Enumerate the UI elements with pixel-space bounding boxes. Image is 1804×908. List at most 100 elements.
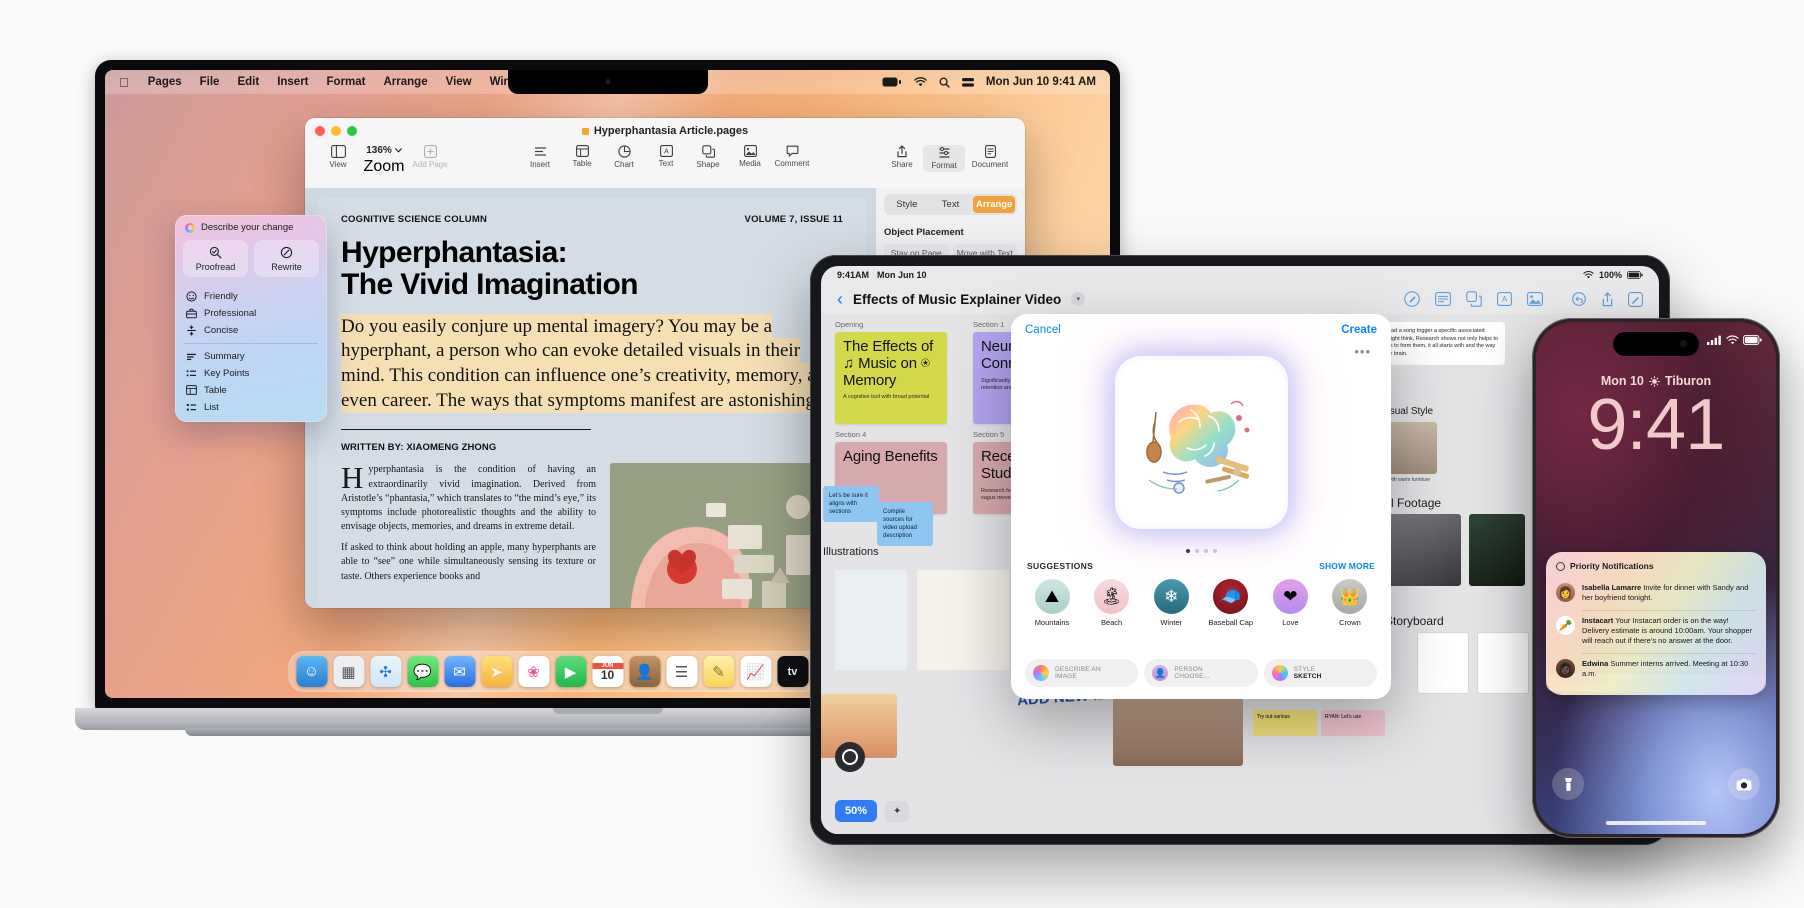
control-center-icon[interactable] [961,77,974,88]
note-icon[interactable] [1435,292,1451,306]
dock-item-freeform[interactable]: 📈 [740,656,771,687]
maximize-icon[interactable] [347,126,357,136]
pen-icon[interactable] [1404,291,1420,307]
ipad-doc-title[interactable]: Effects of Music Explainer Video [853,292,1061,307]
zoom-level-chip[interactable]: 50% [835,800,878,822]
writing-tools-item-summary[interactable]: Summary [175,348,327,365]
sticky-try[interactable]: Try out various [1253,710,1317,736]
share-icon[interactable] [1601,291,1614,307]
dock-item-notes[interactable]: ✎ [703,656,734,687]
dock-item-calendar[interactable]: JUN 10 [592,656,623,687]
document-canvas[interactable]: COGNITIVE SCIENCE COLUMN VOLUME 7, ISSUE… [305,188,875,608]
suggestion-beach[interactable]: 🏝 Beach [1087,579,1137,627]
notification-item[interactable]: 👩 Isabella Lamarre Invite for dinner wit… [1556,578,1756,608]
format-tabs[interactable]: Style Text Arrange [884,194,1017,215]
dock-item-launchpad[interactable]: ▦ [333,656,364,687]
note-opening[interactable]: The Effects of ♫ Music on ⍟ Memory A cog… [835,332,947,424]
notification-item[interactable]: 🥕 Instacart Your Instacart order is on t… [1556,611,1756,651]
format-tab-style[interactable]: Style [886,196,928,213]
wifi-icon[interactable] [914,77,927,87]
toolbar-media-button[interactable]: Media [729,145,771,168]
text-box-icon[interactable]: A [1497,292,1512,306]
dock-item-facetime[interactable]: ▶ [555,656,586,687]
menu-arrange[interactable]: Arrange [375,76,437,88]
zoom-value-pill[interactable]: 136% [366,145,402,156]
dock-item-messages[interactable]: 💬 [407,656,438,687]
pen-tool-icon[interactable] [835,742,865,772]
dock-item-mail[interactable]: ✉ [444,656,475,687]
menu-view[interactable]: View [437,76,481,88]
dock-item-appletv[interactable]: tv [777,656,808,687]
writing-tools-item-concise[interactable]: Concise [175,322,327,339]
suggestion-crown[interactable]: 👑 Crown [1325,579,1375,627]
search-icon[interactable] [939,77,950,88]
star-icon[interactable]: ✦ [885,800,910,822]
suggestion-mountains[interactable]: ⛰ Mountains [1027,579,1077,627]
priority-notifications-card[interactable]: Priority Notifications 👩 Isabella Lamarr… [1546,552,1766,695]
generated-image[interactable] [1118,360,1284,525]
toolbar-insert-button[interactable]: Insert [519,145,561,169]
blue-note-2[interactable]: Compile sources for video upload descrip… [877,502,933,547]
dock-item-finder[interactable]: ☺ [296,656,327,687]
dock-item-contacts[interactable]: 👤 [629,656,660,687]
dock-item-safari[interactable]: ✣ [370,656,401,687]
chevron-down-icon[interactable]: ▾ [1071,292,1086,306]
notification-item[interactable]: 👩🏿 Edwina Summer interns arrived. Meetin… [1556,654,1756,684]
toolbar-shape-button[interactable]: Shape [687,145,729,169]
style-button[interactable]: STYLE SKETCH [1263,659,1377,687]
writing-tools-item-friendly[interactable]: Friendly [175,288,327,305]
toolbar-comment-button[interactable]: Comment [771,145,813,168]
compose-icon[interactable] [1628,291,1643,307]
describe-change-field[interactable]: Describe your change [175,215,327,240]
dock-item-maps[interactable]: ➤ [481,656,512,687]
person-choose-button[interactable]: 👤 PERSON CHOOSE... [1144,659,1258,687]
proofread-button[interactable]: Proofread [183,240,248,277]
toolbar-table-button[interactable]: Table [561,145,603,168]
describe-image-button[interactable]: DESCRIBE AN IMAGE [1025,659,1139,687]
dock-item-reminders[interactable]: ☰ [666,656,697,687]
dock-item-photos[interactable]: ❀ [518,656,549,687]
toolbar-view-button[interactable]: View [317,145,359,169]
flashlight-button[interactable] [1552,768,1584,800]
suggestion-love[interactable]: ❤ Love [1265,579,1315,627]
ellipsis-icon[interactable]: ••• [1354,344,1371,359]
menu-bar-clock[interactable]: Mon Jun 10 9:41 AM [986,76,1096,88]
storyboard-card-2[interactable] [1477,632,1529,694]
menu-edit[interactable]: Edit [228,76,268,88]
sketch-1[interactable] [835,570,907,670]
show-more-button[interactable]: SHOW MORE [1319,561,1375,571]
window-traffic-lights[interactable] [315,126,357,136]
toolbar-document-button[interactable]: Document [969,145,1011,169]
toolbar-share-button[interactable]: Share [881,145,923,169]
toolbar-format-button[interactable]: Format [923,145,965,172]
writing-tools-item-professional[interactable]: Professional [175,305,327,322]
sketch-2[interactable] [917,570,1009,670]
toolbar-zoom-control[interactable]: 136% Zoom [359,145,409,176]
toolbar-chart-button[interactable]: Chart [603,145,645,169]
create-button[interactable]: Create [1341,324,1377,336]
chevron-left-icon[interactable]: ‹ [837,290,843,308]
camera-button[interactable] [1728,768,1760,800]
shape-icon[interactable] [1466,291,1482,307]
toolbar-text-button[interactable]: A Text [645,145,687,168]
minimize-icon[interactable] [331,126,341,136]
cancel-button[interactable]: Cancel [1025,324,1061,336]
menu-insert[interactable]: Insert [268,76,317,88]
menu-file[interactable]: File [191,76,229,88]
writing-tools-item-table[interactable]: Table [175,382,327,399]
battery-icon[interactable] [882,77,902,87]
blue-note-1[interactable]: Let’s be sure it aligns with sections [823,486,879,523]
format-tab-arrange[interactable]: Arrange [973,196,1016,213]
close-icon[interactable] [315,126,325,136]
media-icon[interactable] [1527,292,1543,306]
archival-photo-2[interactable] [1469,514,1525,586]
writing-tools-item-key-points[interactable]: Key Points [175,365,327,382]
apple-icon[interactable]:  [115,75,139,90]
menu-format[interactable]: Format [318,76,375,88]
format-tab-text[interactable]: Text [930,196,972,213]
undo-icon[interactable] [1571,291,1587,306]
storyboard-card-1[interactable] [1417,632,1469,694]
rewrite-button[interactable]: Rewrite [254,240,319,277]
suggestion-winter[interactable]: ❄ Winter [1146,579,1196,627]
toolbar-add-page-button[interactable]: Add Page [409,145,451,169]
